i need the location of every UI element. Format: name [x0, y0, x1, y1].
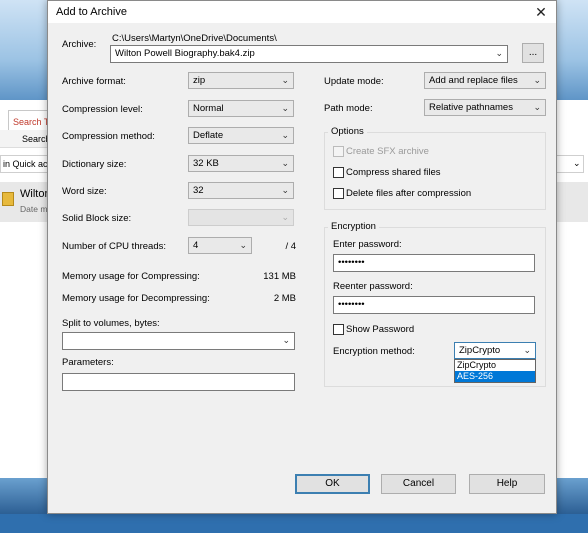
- explorer-search-tab[interactable]: Search To: [8, 110, 52, 130]
- explorer-left-strip: Search To Search in Quick ac Wilton Date…: [0, 100, 52, 478]
- explorer-search-button[interactable]: Search: [0, 130, 52, 148]
- archive-name-input[interactable]: Wilton Powell Biography.bak4.zip ⌄: [110, 45, 508, 63]
- archive-format-select[interactable]: zip ⌄: [188, 72, 294, 89]
- chevron-down-icon[interactable]: ⌄: [282, 335, 290, 346]
- archive-name-value: Wilton Powell Biography.bak4.zip: [115, 48, 255, 59]
- chevron-down-icon[interactable]: ⌄: [495, 48, 503, 59]
- browse-button[interactable]: ...: [522, 43, 544, 63]
- cpu-threads-total: / 4: [285, 241, 296, 252]
- compression-method-label: Compression method:: [62, 131, 155, 142]
- dictionary-size-select[interactable]: 32 KB ⌄: [188, 155, 294, 172]
- enter-password-label: Enter password:: [333, 239, 402, 250]
- close-icon[interactable]: ✕: [526, 1, 556, 23]
- solid-block-size-select: ⌄: [188, 209, 294, 226]
- dropdown-option-aes256[interactable]: AES-256: [455, 371, 535, 382]
- ok-button[interactable]: OK: [295, 474, 370, 494]
- chevron-down-icon: ⌄: [281, 185, 289, 195]
- delete-after-label[interactable]: Delete files after compression: [346, 188, 471, 199]
- show-password-checkbox[interactable]: [333, 324, 344, 335]
- chevron-down-icon: ⌄: [281, 158, 289, 168]
- archive-label: Archive:: [62, 39, 97, 50]
- update-mode-label: Update mode:: [324, 76, 384, 87]
- compression-method-value: Deflate: [193, 130, 224, 141]
- compression-level-value: Normal: [193, 103, 224, 114]
- explorer-file-name: Wilton: [20, 188, 51, 200]
- explorer-right-strip: ⌄: [556, 155, 588, 533]
- archive-path: C:\Users\Martyn\OneDrive\Documents\: [112, 33, 277, 44]
- parameters-input[interactable]: [62, 373, 295, 391]
- path-mode-label: Path mode:: [324, 103, 373, 114]
- chevron-down-icon: ⌄: [239, 240, 247, 250]
- parameters-label: Parameters:: [62, 357, 114, 368]
- show-password-label[interactable]: Show Password: [346, 324, 414, 335]
- chevron-down-icon: ⌄: [533, 75, 541, 85]
- encryption-method-dropdown: ZipCrypto AES-256: [454, 359, 536, 383]
- enter-password-value: ••••••••: [338, 257, 365, 268]
- word-size-label: Word size:: [62, 186, 107, 197]
- explorer-selected-row[interactable]: [556, 182, 588, 222]
- compress-shared-label[interactable]: Compress shared files: [346, 167, 441, 178]
- chevron-down-icon: ⌄: [281, 212, 289, 222]
- encryption-title: Encryption: [328, 221, 379, 232]
- reenter-password-input[interactable]: ••••••••: [333, 296, 535, 314]
- compression-level-label: Compression level:: [62, 104, 143, 115]
- chevron-down-icon: ⌄: [281, 75, 289, 85]
- archive-format-value: zip: [193, 75, 206, 86]
- chevron-down-icon: ⌄: [523, 345, 531, 355]
- encryption-method-value: ZipCrypto: [459, 345, 501, 356]
- encryption-method-select[interactable]: ZipCrypto ⌄: [454, 342, 536, 359]
- chevron-down-icon: ⌄: [573, 158, 581, 168]
- cpu-threads-value: 4: [193, 240, 199, 251]
- update-mode-value: Add and replace files: [429, 75, 518, 86]
- compress-shared-checkbox[interactable]: [333, 167, 344, 178]
- cpu-threads-select[interactable]: 4 ⌄: [188, 237, 252, 254]
- enter-password-input[interactable]: ••••••••: [333, 254, 535, 272]
- solid-block-size-label: Solid Block size:: [62, 213, 132, 224]
- zip-folder-icon: [2, 192, 14, 206]
- dictionary-size-label: Dictionary size:: [62, 159, 127, 170]
- memory-compress-label: Memory usage for Compressing:: [62, 271, 200, 282]
- cancel-button[interactable]: Cancel: [381, 474, 456, 494]
- memory-decompress-value: 2 MB: [273, 293, 296, 304]
- memory-decompress-label: Memory usage for Decompressing:: [62, 293, 210, 304]
- explorer-file-row[interactable]: Wilton Date m: [0, 182, 52, 222]
- chevron-down-icon: ⌄: [281, 130, 289, 140]
- path-mode-select[interactable]: Relative pathnames ⌄: [424, 99, 546, 116]
- update-mode-select[interactable]: Add and replace files ⌄: [424, 72, 546, 89]
- create-sfx-checkbox: [333, 146, 344, 157]
- explorer-file-meta: Date m: [20, 204, 48, 214]
- compression-level-select[interactable]: Normal ⌄: [188, 100, 294, 117]
- chevron-down-icon: ⌄: [533, 102, 541, 112]
- memory-compress-value: 131 MB: [263, 271, 296, 282]
- title-bar: Add to Archive ✕: [48, 1, 556, 23]
- options-title: Options: [328, 126, 367, 137]
- reenter-password-value: ••••••••: [338, 299, 365, 310]
- create-sfx-label: Create SFX archive: [346, 146, 429, 157]
- path-mode-value: Relative pathnames: [429, 102, 513, 113]
- delete-after-checkbox[interactable]: [333, 188, 344, 199]
- archive-format-label: Archive format:: [62, 76, 126, 87]
- dialog-title: Add to Archive: [56, 6, 127, 18]
- compression-method-select[interactable]: Deflate ⌄: [188, 127, 294, 144]
- word-size-value: 32: [193, 185, 204, 196]
- reenter-password-label: Reenter password:: [333, 281, 413, 292]
- explorer-dropdown[interactable]: ⌄: [556, 155, 584, 173]
- add-to-archive-dialog: Add to Archive ✕ Archive: C:\Users\Marty…: [47, 0, 557, 514]
- encryption-method-label: Encryption method:: [333, 346, 415, 357]
- chevron-down-icon: ⌄: [281, 103, 289, 113]
- split-volumes-input[interactable]: ⌄: [62, 332, 295, 350]
- word-size-select[interactable]: 32 ⌄: [188, 182, 294, 199]
- explorer-address-bar[interactable]: in Quick ac: [0, 155, 52, 173]
- cpu-threads-label: Number of CPU threads:: [62, 241, 167, 252]
- dropdown-option-zipcrypto[interactable]: ZipCrypto: [455, 360, 535, 371]
- dictionary-size-value: 32 KB: [193, 158, 219, 169]
- help-button[interactable]: Help: [469, 474, 545, 494]
- split-volumes-label: Split to volumes, bytes:: [62, 318, 160, 329]
